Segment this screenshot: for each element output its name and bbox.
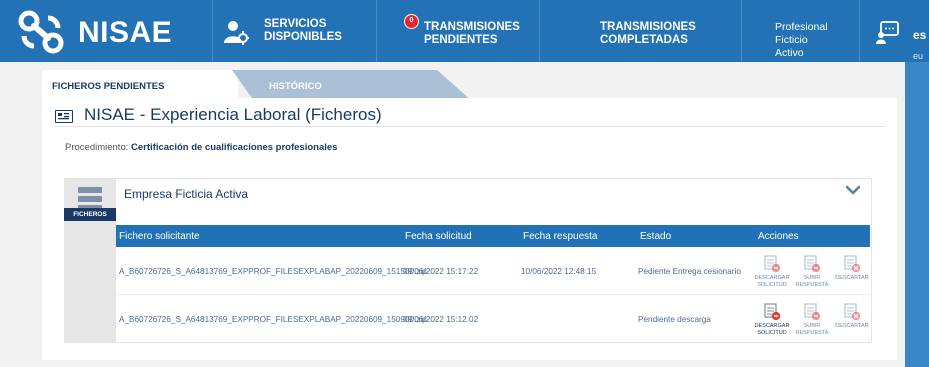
language-option-eu[interactable]: eu <box>913 51 923 61</box>
nav-transmisiones-pendientes[interactable]: 0 TRANSMISIONES PENDIENTES <box>377 0 538 62</box>
request-date: 09/06/2022 15:12:02 <box>403 315 479 324</box>
action-label: SUBIR RESPUESTA <box>795 275 829 288</box>
download-request-button[interactable]: DESCARGAR SOLICITUD <box>752 303 792 336</box>
discard-button[interactable]: DESCARTAR <box>832 303 872 330</box>
procedure-label: Procedimiento: <box>65 142 129 153</box>
procedure-value: Certificación de cualificaciones profesi… <box>131 142 338 153</box>
tab-label: HISTÓRICO <box>269 81 322 92</box>
nisae-logo-icon <box>18 10 64 54</box>
tab-label: FICHEROS PENDIENTES <box>52 81 165 92</box>
company-name: Empresa Ficticia Activa <box>124 187 249 201</box>
status-text: Pediente Entrega cesionario <box>638 267 741 276</box>
request-date: 09/06/2022 15:17:22 <box>403 267 479 276</box>
chat-support-button[interactable] <box>860 0 912 62</box>
document-upload-icon <box>804 255 821 273</box>
column-header: Estado <box>640 231 672 242</box>
status-text: Pendiente descarga <box>638 315 711 324</box>
nav-completadas-label: TRANSMISIONES COMPLETADAS <box>600 21 696 46</box>
tab-historico[interactable]: HISTÓRICO <box>232 70 472 101</box>
procedure-line: Procedimiento: Certificación de cualific… <box>65 142 337 153</box>
chat-help-icon <box>876 21 899 44</box>
brand-name: NISAE <box>78 16 173 49</box>
user-profile-menu[interactable]: Profesional Ficticio Activo <box>742 0 858 62</box>
document-discard-icon <box>844 303 861 321</box>
action-label: DESCARGAR SOLICITUD <box>754 275 790 288</box>
user-name: Profesional Ficticio Activo <box>775 21 828 59</box>
ficheros-side-label: FICHEROS <box>64 208 116 221</box>
brand-logo[interactable]: NISAE <box>14 0 210 62</box>
file-name: A_B60726726_S_A64813769_EXPPROF_FILESEXP… <box>119 267 427 276</box>
action-label: DESCARGAR SOLICITUD <box>754 323 790 336</box>
file-name: A_B60726726_S_A64813769_EXPPROF_FILESEXP… <box>119 315 427 324</box>
document-upload-icon <box>804 303 821 321</box>
pending-count-badge: 0 <box>404 14 419 29</box>
document-download-icon <box>764 303 781 321</box>
nav-servicios-label: SERVICIOS DISPONIBLES <box>264 18 342 43</box>
id-card-icon <box>55 110 73 123</box>
column-header: Fichero solicitante <box>119 231 200 242</box>
discard-button[interactable]: DESCARTAR <box>832 255 872 282</box>
table-row: A_B60726726_S_A64813769_EXPPROF_FILESEXP… <box>116 247 870 294</box>
document-download-icon <box>764 255 781 273</box>
download-request-button[interactable]: DESCARGAR SOLICITUD <box>752 255 792 288</box>
action-label: DESCARTAR <box>835 275 869 281</box>
language-selector-es[interactable]: es <box>913 28 926 42</box>
column-header: Fecha solicitud <box>405 231 472 242</box>
right-edge-panel <box>905 62 929 367</box>
tab-shape <box>232 70 472 101</box>
nav-transmisiones-completadas[interactable]: TRANSMISIONES COMPLETADAS <box>540 0 740 62</box>
action-label: SUBIR RESPUESTA <box>795 323 829 336</box>
column-header: Fecha respuesta <box>523 231 598 242</box>
table-row: A_B60726726_S_A64813769_EXPPROF_FILESEXP… <box>116 294 870 341</box>
nav-pendientes-label: TRANSMISIONES PENDIENTES <box>424 21 520 46</box>
title-divider <box>55 126 885 127</box>
upload-response-button[interactable]: SUBIR RESPUESTA <box>792 303 832 336</box>
chevron-down-icon[interactable] <box>846 185 860 195</box>
action-label: DESCARTAR <box>835 323 869 329</box>
page-title: NISAE - Experiencia Laboral (Ficheros) <box>84 105 382 124</box>
upload-response-button[interactable]: SUBIR RESPUESTA <box>792 255 832 288</box>
table-header: Fichero solicitante Fecha solicitud Fech… <box>116 225 870 247</box>
tab-ficheros-pendientes[interactable]: FICHEROS PENDIENTES <box>42 70 238 101</box>
column-header: Acciones <box>758 231 799 242</box>
response-date: 10/06/2022 12:48:15 <box>521 267 597 276</box>
document-discard-icon <box>844 255 861 273</box>
user-settings-icon <box>224 21 249 45</box>
nav-servicios-disponibles[interactable]: SERVICIOS DISPONIBLES <box>213 0 375 62</box>
